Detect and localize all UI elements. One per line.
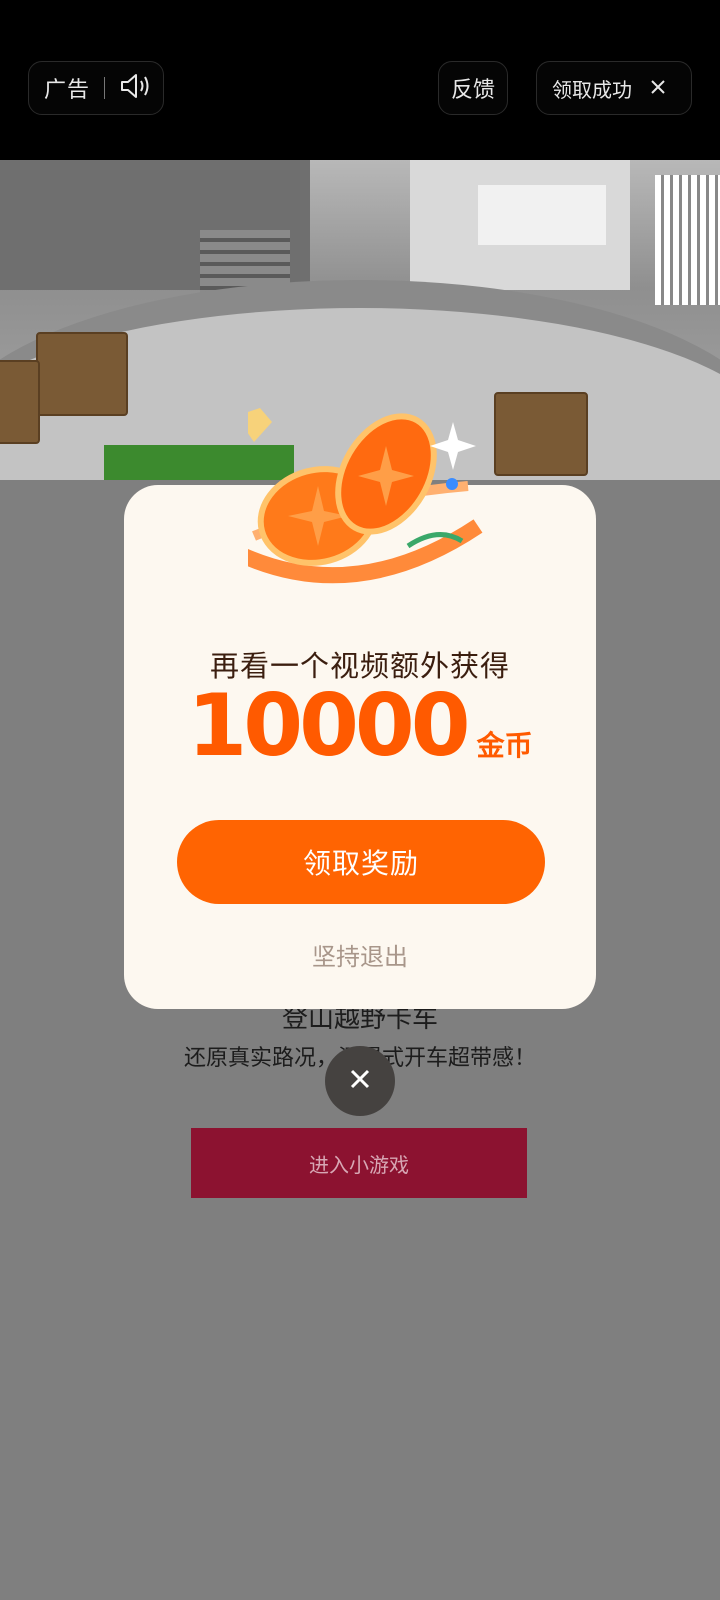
reward-amount: 10000 [187,676,470,776]
enter-mini-game-button[interactable]: 进入小游戏 [191,1128,527,1198]
reward-success-close-button[interactable]: 领取成功 [536,61,692,115]
close-dialog-button[interactable] [325,1046,395,1116]
feedback-button[interactable]: 反馈 [438,61,508,115]
insist-exit-button[interactable]: 坚持退出 [124,937,596,972]
reward-amount-row: 10000 金币 [124,683,596,769]
scene-crate [36,332,128,416]
coin-stack-icon [236,406,488,606]
reward-unit: 金币 [476,729,533,762]
claim-label: 领取奖励 [302,847,419,880]
scene-garage [478,185,606,245]
success-label: 领取成功 [552,77,632,102]
speaker-icon[interactable] [119,72,151,104]
ad-badge: 广告 [28,61,164,115]
scene-gate [655,175,720,305]
ad-label: 广告 [44,78,91,103]
feedback-label: 反馈 [450,78,495,103]
divider [104,77,106,99]
scene-crate [494,392,588,476]
claim-reward-button[interactable]: 领取奖励 [177,820,545,904]
scene-crate [0,360,40,444]
close-icon [349,1068,371,1094]
enter-label: 进入小游戏 [309,1152,409,1177]
top-bar: 广告 反馈 领取成功 [0,0,720,160]
close-icon[interactable] [650,76,666,100]
